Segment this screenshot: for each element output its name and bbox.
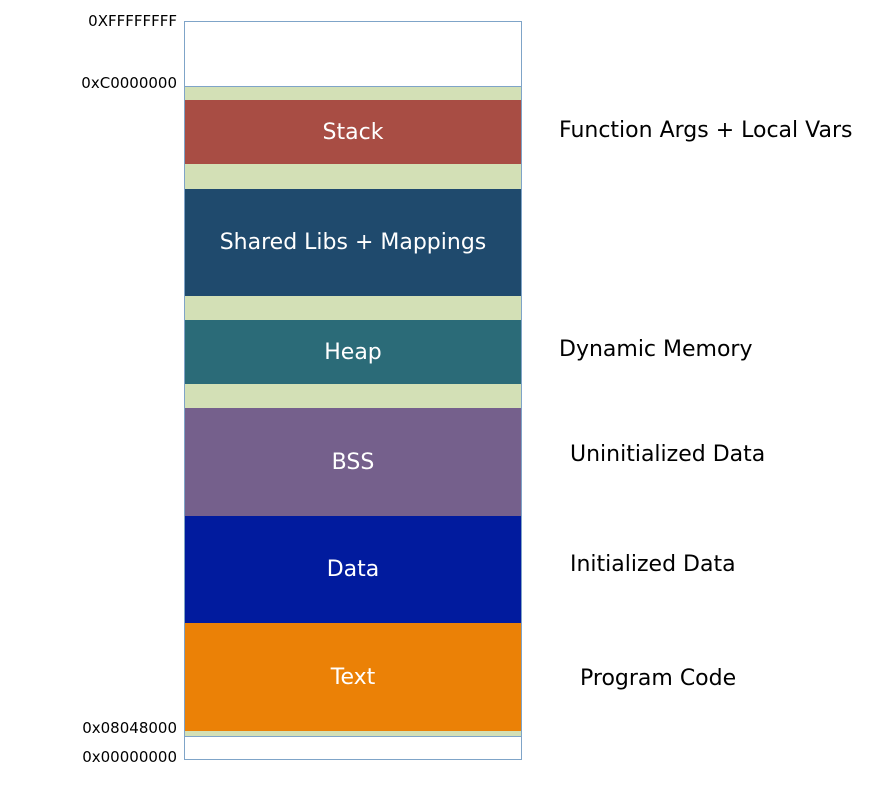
shared-libs-label: Shared Libs + Mappings bbox=[219, 230, 487, 255]
address-kernel-base: 0xC0000000 bbox=[81, 74, 177, 92]
gap-segment bbox=[184, 384, 522, 408]
boundary-line bbox=[184, 21, 522, 22]
heap-segment: Heap bbox=[184, 320, 522, 384]
kernel-space-segment bbox=[184, 21, 522, 86]
bss-segment: BSS bbox=[184, 408, 522, 516]
stack-segment: Stack bbox=[184, 100, 522, 164]
text-segment: Text bbox=[184, 623, 522, 731]
stack-description: Function Args + Local Vars bbox=[559, 118, 853, 143]
data-description: Initialized Data bbox=[570, 552, 736, 577]
column-left-border bbox=[184, 21, 185, 759]
bss-description: Uninitialized Data bbox=[570, 442, 766, 467]
shared-libs-segment: Shared Libs + Mappings bbox=[184, 189, 522, 296]
heap-label: Heap bbox=[324, 339, 382, 365]
text-description: Program Code bbox=[580, 666, 737, 691]
memory-layout-diagram: 0XFFFFFFFF 0xC0000000 0x08048000 0x00000… bbox=[0, 0, 881, 787]
null-region-segment bbox=[184, 736, 522, 759]
column-right-border bbox=[521, 21, 522, 759]
address-text-start: 0x08048000 bbox=[82, 719, 177, 737]
boundary-line bbox=[184, 759, 522, 760]
data-segment: Data bbox=[184, 516, 522, 623]
stack-label: Stack bbox=[322, 119, 384, 145]
gap-segment bbox=[184, 296, 522, 320]
bss-label: BSS bbox=[331, 449, 375, 475]
boundary-line bbox=[184, 86, 522, 87]
address-bottom: 0x00000000 bbox=[82, 748, 177, 766]
address-top: 0XFFFFFFFF bbox=[88, 12, 177, 30]
boundary-line bbox=[184, 736, 522, 737]
text-label: Text bbox=[330, 664, 376, 690]
gap-segment bbox=[184, 86, 522, 100]
heap-description: Dynamic Memory bbox=[559, 337, 753, 362]
data-label: Data bbox=[326, 557, 380, 582]
gap-segment bbox=[184, 164, 522, 189]
